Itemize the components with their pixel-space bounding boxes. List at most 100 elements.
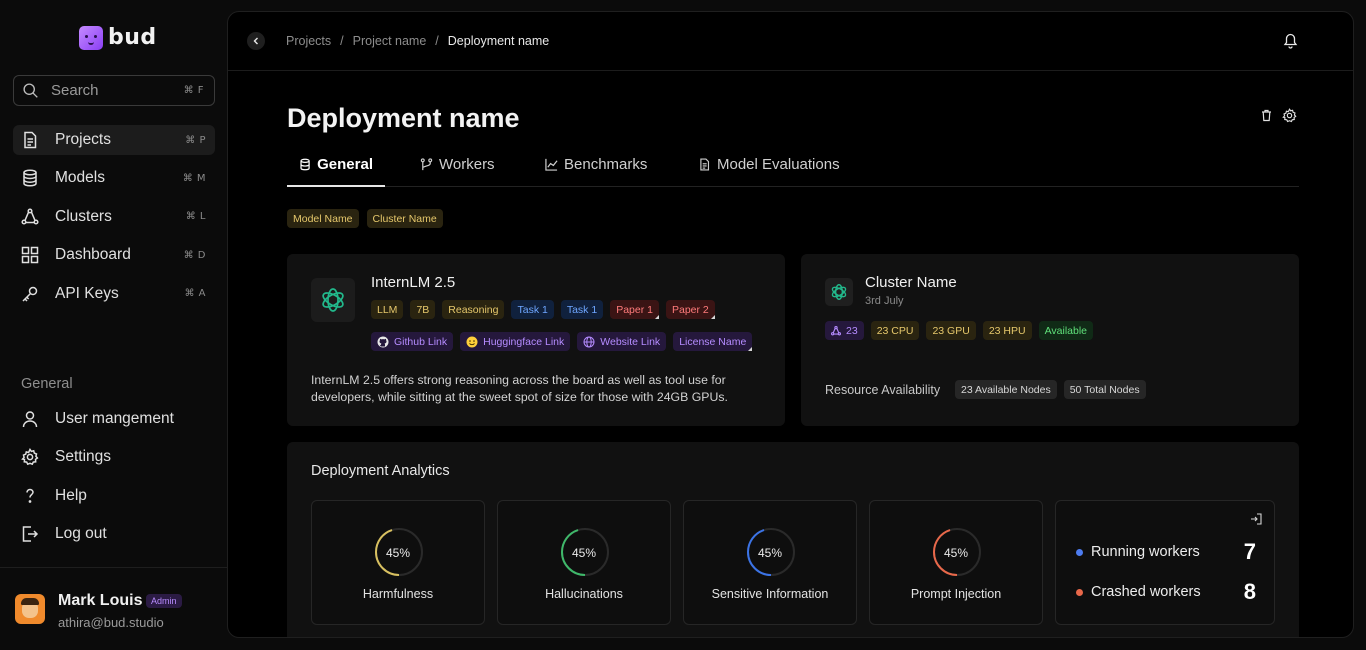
github-icon bbox=[377, 336, 389, 347]
sidebar-item-label: User mangement bbox=[55, 410, 174, 427]
sidebar-item-label: Help bbox=[55, 486, 87, 504]
tab-label: Model Evaluations bbox=[717, 156, 840, 173]
tab-label: Benchmarks bbox=[564, 156, 648, 173]
github-link-label: Github Link bbox=[394, 335, 448, 348]
search-box[interactable]: ⌘ F bbox=[13, 75, 215, 106]
metric-hallucinations[interactable]: 45% Hallucinations bbox=[497, 500, 671, 625]
metric-label: Sensitive Information bbox=[711, 587, 829, 601]
sidebar: bud ⌘ F Projects ⌘ P Models ⌘ M Clusters… bbox=[0, 0, 227, 650]
search-shortcut: ⌘ F bbox=[183, 85, 204, 96]
sidebar-item-user-management[interactable]: User mangement bbox=[13, 404, 215, 434]
breadcrumb-projects[interactable]: Projects bbox=[286, 34, 331, 48]
key-icon bbox=[20, 284, 40, 304]
huggingface-link[interactable]: Huggingface Link bbox=[460, 332, 571, 351]
sidebar-item-label: API Keys bbox=[55, 284, 119, 302]
openai-logo-icon bbox=[825, 278, 853, 306]
node-count-chip: 23 bbox=[825, 321, 864, 340]
crashed-workers-row: Crashed workers 8 bbox=[1076, 579, 1256, 605]
user-icon bbox=[20, 409, 40, 429]
sidebar-item-clusters[interactable]: Clusters ⌘ L bbox=[13, 202, 215, 232]
tag-reasoning: Reasoning bbox=[442, 300, 505, 319]
workers-summary: Running workers 7 Crashed workers 8 bbox=[1055, 500, 1275, 625]
tab-model-evaluations[interactable]: Model Evaluations bbox=[686, 156, 852, 187]
huggingface-icon bbox=[466, 336, 478, 347]
sidebar-item-label: Clusters bbox=[55, 207, 112, 225]
website-link-label: Website Link bbox=[600, 335, 661, 348]
chart-line-icon bbox=[545, 158, 558, 171]
resource-chips: 23 Available Nodes 50 Total Nodes bbox=[955, 380, 1146, 399]
sidebar-section-title: General bbox=[21, 376, 73, 392]
delete-button[interactable] bbox=[1261, 109, 1272, 127]
sidebar-item-api-keys[interactable]: API Keys ⌘ A bbox=[13, 279, 215, 309]
crashed-workers-count: 8 bbox=[1243, 579, 1256, 604]
cluster-name-chip[interactable]: Cluster Name bbox=[366, 209, 443, 228]
website-link[interactable]: Website Link bbox=[577, 332, 667, 351]
huggingface-link-label: Huggingface Link bbox=[483, 335, 565, 348]
metric-label: Hallucinations bbox=[545, 587, 623, 601]
sidebar-item-label: Dashboard bbox=[55, 246, 131, 264]
tab-general[interactable]: General bbox=[287, 156, 385, 187]
tag-task: Task 1 bbox=[511, 300, 554, 319]
chevron-left-icon bbox=[253, 37, 258, 45]
available-nodes-chip: 23 Available Nodes bbox=[955, 380, 1057, 399]
logout-icon bbox=[20, 524, 40, 544]
github-link[interactable]: Github Link bbox=[371, 332, 454, 351]
sidebar-item-logout[interactable]: Log out bbox=[13, 519, 215, 549]
crashed-workers-label: Crashed workers bbox=[1091, 584, 1201, 600]
status-badge: Available bbox=[1038, 321, 1093, 340]
top-bar: Projects / Project name / Deployment nam… bbox=[228, 12, 1353, 71]
document-icon bbox=[700, 158, 710, 171]
profile-name: Mark Louis bbox=[58, 592, 143, 609]
model-links: Github Link Huggingface Link Website Lin… bbox=[371, 332, 753, 351]
metric-label: Prompt Injection bbox=[910, 587, 1002, 601]
back-button[interactable] bbox=[247, 32, 265, 50]
globe-icon bbox=[583, 336, 595, 347]
tag-paper-1[interactable]: Paper 1 bbox=[610, 300, 659, 319]
search-input[interactable] bbox=[51, 82, 171, 99]
breadcrumb-current: Deployment name bbox=[447, 34, 550, 48]
trash-icon bbox=[1262, 109, 1271, 122]
sidebar-item-label: Projects bbox=[55, 131, 111, 148]
sidebar-item-dashboard[interactable]: Dashboard ⌘ D bbox=[13, 240, 215, 270]
sidebar-item-label: Log out bbox=[55, 525, 107, 543]
breadcrumb-project-name[interactable]: Project name bbox=[353, 34, 427, 48]
license-link[interactable]: License Name bbox=[673, 332, 753, 351]
breadcrumb-separator: / bbox=[435, 34, 439, 48]
deployment-analytics: Deployment Analytics 45% Harmfulness 45%… bbox=[287, 442, 1299, 637]
tab-label: General bbox=[317, 156, 373, 173]
sidebar-item-settings[interactable]: Settings bbox=[13, 442, 215, 472]
bud-logo-icon bbox=[79, 25, 103, 50]
sidebar-item-label: Models bbox=[55, 169, 105, 187]
tag-paper-2[interactable]: Paper 2 bbox=[665, 300, 715, 319]
sidebar-item-projects[interactable]: Projects ⌘ P bbox=[13, 125, 215, 155]
database-icon bbox=[300, 158, 310, 171]
tab-benchmarks[interactable]: Benchmarks bbox=[533, 156, 659, 187]
workers-icon bbox=[420, 158, 433, 171]
user-profile[interactable]: Mark Louis Admin athira@bud.studio bbox=[0, 567, 227, 650]
role-badge: Admin bbox=[146, 594, 182, 608]
tab-workers[interactable]: Workers bbox=[408, 156, 507, 187]
open-workers-button[interactable] bbox=[1250, 512, 1262, 530]
model-description: InternLM 2.5 offers strong reasoning acr… bbox=[311, 373, 728, 404]
brand-name: bud bbox=[108, 25, 157, 50]
resource-availability-label: Resource Availability bbox=[825, 383, 941, 397]
analytics-title: Deployment Analytics bbox=[311, 463, 450, 479]
metric-value: 45% bbox=[757, 546, 783, 560]
notifications-button[interactable] bbox=[1283, 33, 1298, 54]
breadcrumb: Projects / Project name / Deployment nam… bbox=[286, 34, 549, 48]
shortcut-hint: ⌘ L bbox=[185, 211, 206, 223]
running-workers-label: Running workers bbox=[1091, 544, 1200, 560]
tag-task: Task 1 bbox=[560, 300, 604, 319]
model-name-chip[interactable]: Model Name bbox=[287, 209, 359, 228]
metric-prompt-injection[interactable]: 45% Prompt Injection bbox=[869, 500, 1043, 625]
avatar bbox=[15, 594, 45, 624]
question-icon bbox=[20, 486, 40, 506]
sidebar-item-models[interactable]: Models ⌘ M bbox=[13, 163, 215, 193]
metric-harmfulness[interactable]: 45% Harmfulness bbox=[311, 500, 485, 625]
shortcut-hint: ⌘ P bbox=[185, 134, 206, 146]
sidebar-item-help[interactable]: Help bbox=[13, 481, 215, 511]
openai-logo-icon bbox=[311, 278, 355, 322]
metric-sensitive-information[interactable]: 45% Sensitive Information bbox=[683, 500, 857, 625]
brand-logo[interactable]: bud bbox=[79, 25, 157, 50]
settings-button[interactable] bbox=[1282, 108, 1297, 128]
